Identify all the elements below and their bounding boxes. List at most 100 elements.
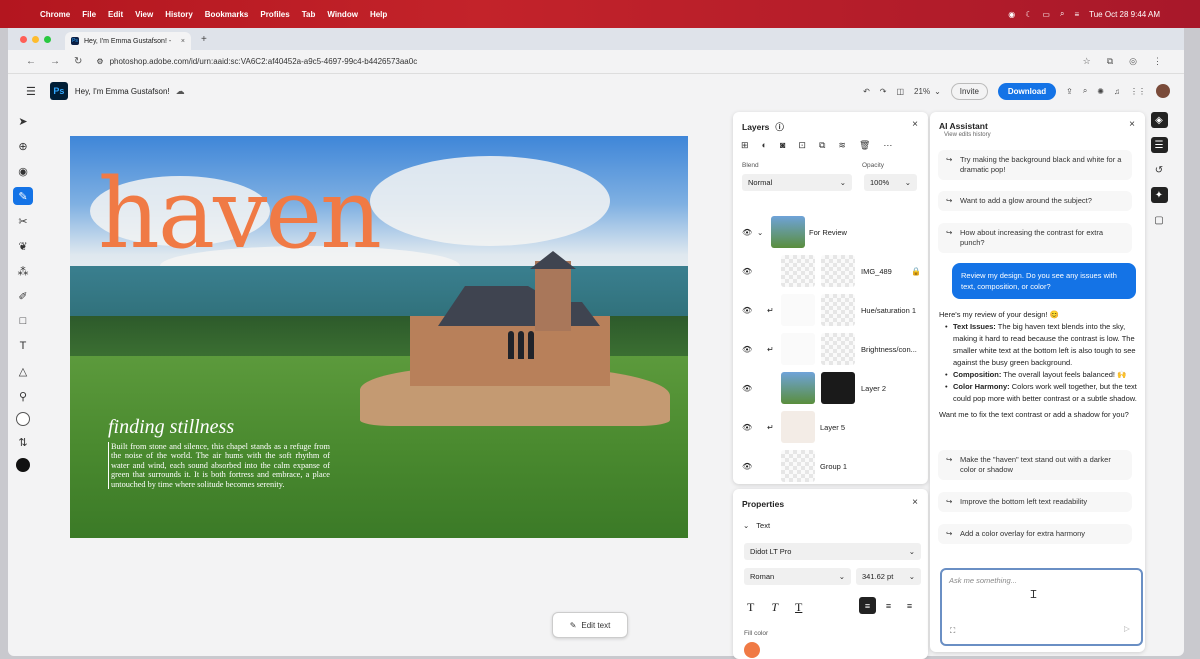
font-size-select[interactable]: 341.62 pt ⌄ bbox=[856, 568, 921, 585]
mask-icon[interactable]: ◙ bbox=[780, 140, 785, 151]
menu-view[interactable]: View bbox=[135, 10, 153, 19]
more-options-icon[interactable]: ⋯ bbox=[883, 140, 892, 151]
browser-tab[interactable]: Ps Hey, I'm Emma Gustafson! - × bbox=[65, 32, 191, 50]
eye-icon[interactable]: 👁 bbox=[742, 384, 752, 393]
suggestion-chip[interactable]: ↪ How about increasing the contrast for e… bbox=[938, 223, 1132, 253]
regular-text-icon[interactable]: T bbox=[747, 600, 754, 615]
eye-icon[interactable]: 👁 bbox=[742, 267, 752, 276]
forward-icon[interactable]: → bbox=[50, 56, 60, 67]
document-canvas[interactable]: haven finding stillness Built from stone… bbox=[70, 136, 688, 538]
layers-toggle-icon[interactable]: ◈ bbox=[1150, 112, 1168, 128]
ai-assistant-icon[interactable]: ✦ bbox=[1150, 187, 1168, 203]
layer-row[interactable]: 👁 Layer 2 bbox=[733, 370, 928, 406]
control-center-icon[interactable]: ≡ bbox=[1074, 10, 1079, 19]
align-left-icon[interactable]: ≡ bbox=[859, 597, 876, 614]
close-icon[interactable]: × bbox=[1129, 119, 1135, 130]
text-section-header[interactable]: ⌄ Text bbox=[743, 521, 770, 530]
notifications-icon[interactable]: ♫ bbox=[1114, 87, 1120, 96]
rectangle-tool-icon[interactable]: □ bbox=[13, 312, 33, 330]
font-style-select[interactable]: Roman ⌄ bbox=[744, 568, 851, 585]
delete-icon[interactable]: 🗑 bbox=[859, 140, 870, 151]
photoshop-logo[interactable]: Ps bbox=[49, 82, 68, 100]
url-field[interactable]: ⚙ photoshop.adobe.com/id/urn:aaid:sc:VA6… bbox=[96, 57, 417, 66]
new-tab-button[interactable]: + bbox=[201, 34, 207, 45]
reload-icon[interactable]: ↻ bbox=[74, 56, 82, 67]
adjustment-layer-icon[interactable]: ◐ bbox=[762, 140, 767, 151]
suggestion-chip[interactable]: ↪ Make the "haven" text stand out with a … bbox=[938, 450, 1132, 480]
swap-colors-icon[interactable]: ⇅ bbox=[13, 433, 33, 451]
menu-tab[interactable]: Tab bbox=[302, 10, 316, 19]
opacity-select[interactable]: 100% ⌄ bbox=[864, 174, 917, 191]
effects-tool-icon[interactable]: ⁂ bbox=[13, 262, 33, 280]
smart-object-icon[interactable]: ⊡ bbox=[798, 140, 806, 151]
search-icon[interactable]: ⌕ bbox=[1060, 9, 1064, 19]
menu-file[interactable]: File bbox=[82, 10, 96, 19]
zoom-dropdown[interactable]: 21% ⌄ bbox=[914, 87, 941, 96]
invite-button[interactable]: Invite bbox=[950, 82, 988, 100]
add-image-tool-icon[interactable]: ⊕ bbox=[13, 137, 33, 155]
eye-icon[interactable]: 👁 bbox=[742, 462, 752, 471]
body-copy-text[interactable]: Built from stone and silence, this chape… bbox=[108, 442, 330, 490]
send-icon[interactable]: ▷ bbox=[1124, 624, 1130, 633]
share-icon[interactable]: ⇪ bbox=[1066, 87, 1073, 96]
view-history-link[interactable]: View edits history bbox=[944, 132, 991, 138]
menu-window[interactable]: Window bbox=[327, 10, 358, 19]
battery-icon[interactable]: ▭ bbox=[1042, 10, 1050, 19]
fill-color-swatch[interactable] bbox=[744, 642, 760, 658]
menu-profiles[interactable]: Profiles bbox=[260, 10, 289, 19]
comments-icon[interactable]: ▢ bbox=[1151, 212, 1168, 228]
menu-edit[interactable]: Edit bbox=[108, 10, 123, 19]
profile-icon[interactable]: ◎ bbox=[1129, 56, 1137, 67]
adjustments-icon[interactable]: ☰ bbox=[1150, 137, 1168, 153]
eye-icon[interactable]: 👁 bbox=[742, 345, 752, 354]
moon-icon[interactable]: ☾ bbox=[1025, 10, 1032, 19]
document-name[interactable]: Hey, I'm Emma Gustafson! bbox=[75, 87, 170, 96]
layer-row[interactable]: 👁 ↵ Hue/saturation 1 bbox=[733, 292, 928, 328]
avatar[interactable] bbox=[1156, 84, 1170, 98]
layer-row[interactable]: 👁 ↵ Layer 5 bbox=[733, 409, 928, 445]
eye-icon[interactable]: 👁 bbox=[742, 423, 752, 432]
info-icon[interactable]: ⓘ bbox=[775, 121, 784, 133]
layer-row[interactable]: 👁 ⌄ For Review bbox=[733, 214, 928, 250]
font-family-select[interactable]: Didot LT Pro ⌄ bbox=[744, 543, 921, 560]
underline-text-icon[interactable]: T bbox=[795, 600, 802, 615]
suggestion-chip[interactable]: ↪ Try making the background black and whi… bbox=[938, 150, 1132, 180]
foreground-color-swatch[interactable] bbox=[16, 458, 30, 472]
selection-tool-icon[interactable]: ◉ bbox=[13, 162, 33, 180]
eye-icon[interactable]: 👁 bbox=[742, 228, 752, 237]
suggestion-chip[interactable]: ↪ Want to add a glow around the subject? bbox=[938, 191, 1132, 211]
remove-tool-icon[interactable]: ✂ bbox=[13, 212, 33, 230]
menu-help[interactable]: Help bbox=[370, 10, 387, 19]
zoom-window-button[interactable] bbox=[44, 35, 51, 43]
search-icon[interactable]: ⌕ bbox=[1083, 86, 1087, 96]
layer-row[interactable]: 👁 ↵ Brightness/con... bbox=[733, 331, 928, 367]
shape-tool-icon[interactable]: △ bbox=[13, 362, 33, 380]
generative-fill-tool-icon[interactable]: ✎ bbox=[13, 187, 33, 205]
status-icon[interactable]: ◉ bbox=[1008, 10, 1015, 19]
apps-grid-icon[interactable]: ⋮⋮ bbox=[1130, 87, 1146, 96]
adjustment-brush-icon[interactable]: ❦ bbox=[13, 237, 33, 255]
lock-icon[interactable]: 🔒 bbox=[911, 267, 921, 276]
attach-image-icon[interactable]: ⛶ bbox=[950, 626, 955, 636]
site-settings-icon[interactable]: ⚙ bbox=[96, 57, 103, 66]
layer-row[interactable]: 👁 Group 1 bbox=[733, 448, 928, 484]
suggestion-chip[interactable]: ↪ Improve the bottom left text readabilit… bbox=[938, 492, 1132, 512]
headline-text[interactable]: haven bbox=[98, 166, 382, 262]
add-layer-icon[interactable]: ⊞ bbox=[741, 140, 749, 151]
background-color-swatch[interactable] bbox=[16, 412, 30, 426]
layer-row[interactable]: 👁 IMG_489 🔒 bbox=[733, 253, 928, 289]
italic-text-icon[interactable]: T bbox=[771, 600, 778, 615]
hamburger-menu-icon[interactable]: ☰ bbox=[26, 85, 36, 98]
subhead-text[interactable]: finding stillness bbox=[108, 416, 234, 439]
edit-text-button[interactable]: ✎ Edit text bbox=[552, 612, 628, 638]
redo-icon[interactable]: ↷ bbox=[880, 87, 887, 96]
close-icon[interactable]: × bbox=[912, 497, 918, 508]
lightbulb-icon[interactable]: ✺ bbox=[1097, 87, 1104, 96]
close-tab-icon[interactable]: × bbox=[181, 38, 185, 45]
undo-icon[interactable]: ↶ bbox=[863, 87, 870, 96]
bookmark-star-icon[interactable]: ☆ bbox=[1083, 56, 1091, 67]
eye-icon[interactable]: 👁 bbox=[742, 306, 752, 315]
stack-icon[interactable]: ≋ bbox=[838, 140, 846, 151]
menubar-clock[interactable]: Tue Oct 28 9:44 AM bbox=[1089, 10, 1160, 19]
extensions-icon[interactable]: ⧉ bbox=[1107, 56, 1113, 67]
